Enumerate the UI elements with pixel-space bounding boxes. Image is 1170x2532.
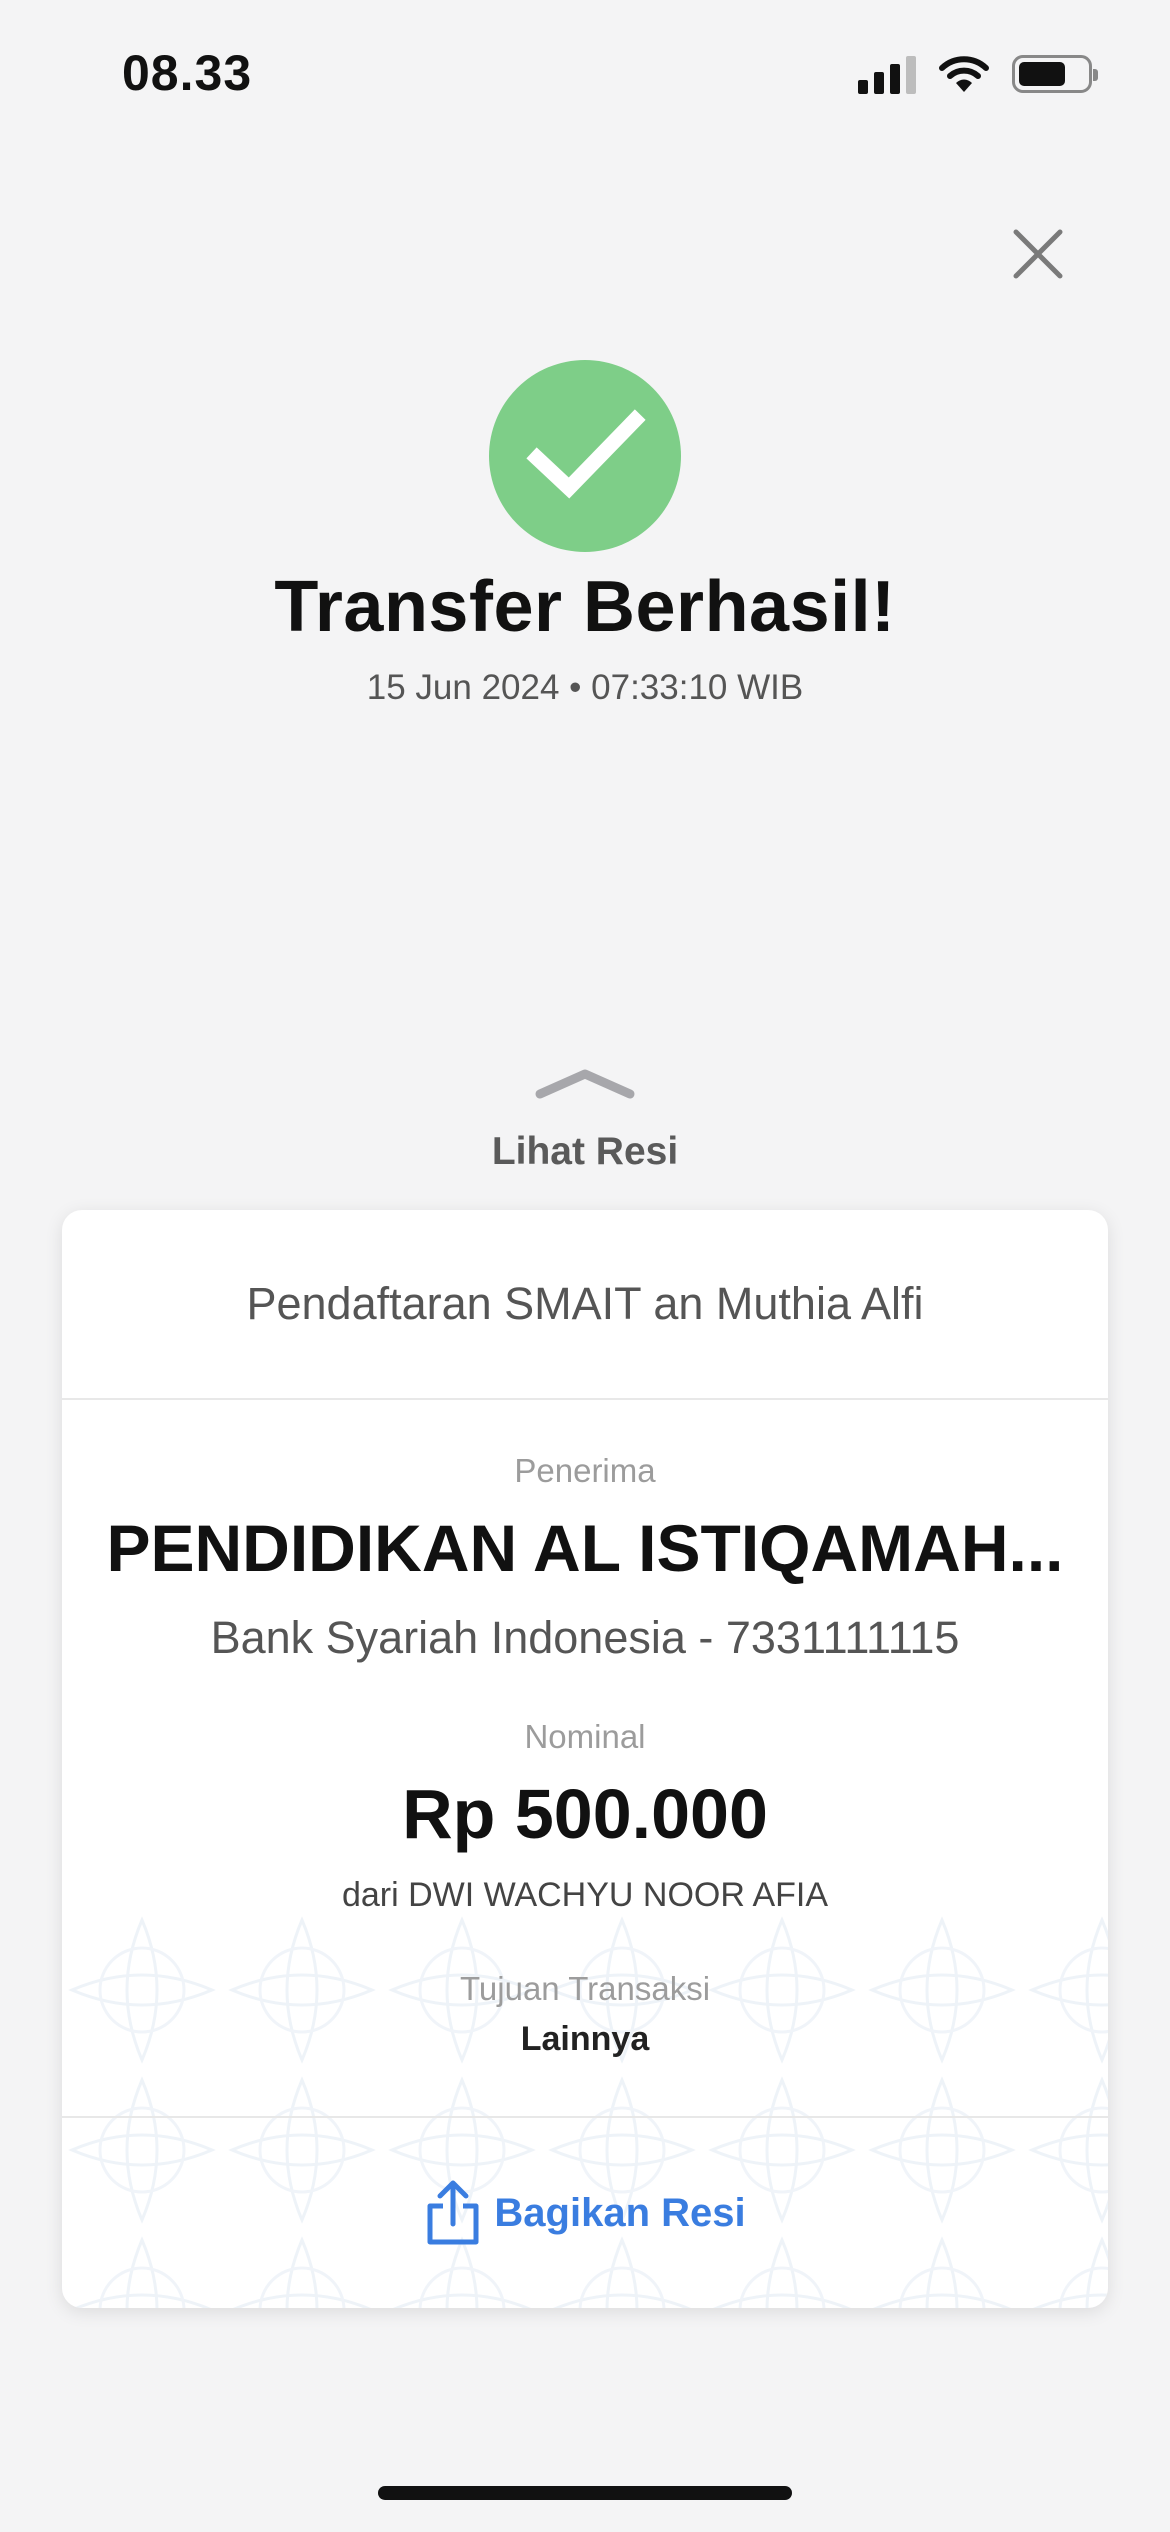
- recipient-label: Penerima: [514, 1452, 656, 1489]
- close-icon: [1013, 229, 1063, 279]
- purpose-label: Tujuan Transaksi: [459, 1970, 711, 2007]
- recipient-bank-account: Bank Syariah Indonesia - 7331111115: [210, 1612, 960, 1663]
- status-icons: [858, 54, 1098, 94]
- receipt-card: Pendaftaran SMAIT an Muthia Alfi Penerim…: [62, 1210, 1108, 2308]
- share-receipt-button[interactable]: Bagikan Resi: [62, 2118, 1108, 2308]
- status-time: 08.33: [122, 45, 253, 101]
- transfer-amount: Rp 500.000: [402, 1775, 768, 1853]
- transfer-success-screen: 08.33 Transfer Berhasil! 15 Jun 2024 • 0…: [0, 0, 1170, 2532]
- page-title: Transfer Berhasil!: [274, 567, 896, 647]
- transfer-note: Pendaftaran SMAIT an Muthia Alfi: [62, 1210, 1108, 1400]
- transaction-datetime: 15 Jun 2024 • 07:33:10 WIB: [366, 668, 804, 707]
- success-badge: [489, 360, 681, 552]
- home-indicator[interactable]: [378, 2486, 792, 2500]
- sender-name: dari DWI WACHYU NOOR AFIA: [341, 1876, 829, 1914]
- share-icon: [427, 2180, 479, 2245]
- share-receipt-label: Bagikan Resi: [494, 2190, 746, 2235]
- amount-label: Nominal: [524, 1718, 646, 1755]
- battery-icon: [1012, 55, 1098, 93]
- status-bar: 08.33: [0, 0, 1170, 150]
- close-button[interactable]: [1006, 222, 1070, 286]
- view-receipt-toggle[interactable]: Lihat Resi: [0, 1130, 1170, 1174]
- wifi-icon: [939, 56, 989, 92]
- recipient-name: PENDIDIKAN AL ISTIQAMAH...: [106, 1511, 1064, 1585]
- cellular-signal-icon: [858, 54, 916, 94]
- purpose-value: Lainnya: [520, 2020, 650, 2058]
- checkmark-icon: [526, 409, 646, 499]
- chevron-up-icon[interactable]: [534, 1068, 636, 1100]
